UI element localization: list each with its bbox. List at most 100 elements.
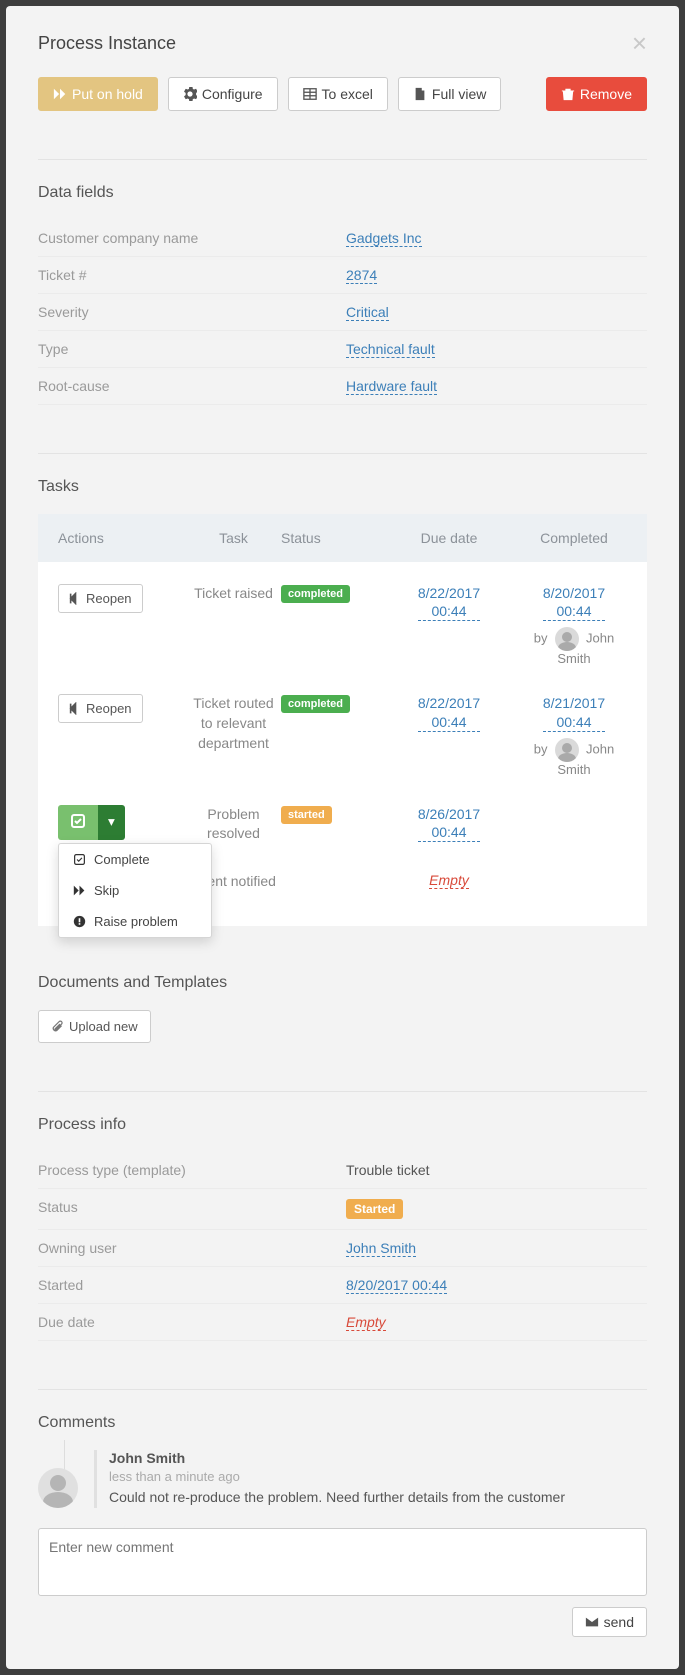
- remove-button[interactable]: Remove: [546, 77, 647, 111]
- empty-value[interactable]: Empty: [346, 1314, 386, 1331]
- completed-date[interactable]: 8/21/201700:44: [543, 694, 605, 731]
- col-actions: Actions: [58, 530, 186, 546]
- data-field-row: SeverityCritical: [38, 294, 647, 331]
- field-value[interactable]: 8/20/2017 00:44: [346, 1277, 447, 1294]
- due-date[interactable]: 8/26/201700:44: [418, 805, 480, 842]
- hold-label: Put on hold: [72, 86, 143, 102]
- to-excel-button[interactable]: To excel: [288, 77, 388, 111]
- task-row: Reopen Ticket routed to relevant departme…: [58, 680, 627, 790]
- status-badge: completed: [281, 585, 350, 603]
- alert-icon: [73, 915, 86, 928]
- dropdown-complete[interactable]: Complete: [59, 844, 211, 875]
- comment-text: Could not re-produce the problem. Need f…: [109, 1489, 647, 1505]
- documents-heading: Documents and Templates: [38, 974, 647, 992]
- due-date[interactable]: 8/22/201700:44: [418, 584, 480, 621]
- send-label: send: [604, 1614, 634, 1630]
- file-icon: [413, 87, 427, 101]
- field-value[interactable]: Technical fault: [346, 341, 435, 358]
- data-field-row: Ticket #2874: [38, 257, 647, 294]
- field-label: Started: [38, 1277, 346, 1293]
- configure-label: Configure: [202, 86, 263, 102]
- due-date[interactable]: 8/22/201700:44: [418, 694, 480, 731]
- task-action-split[interactable]: ▾CompleteSkipRaise problem: [58, 805, 125, 840]
- send-button[interactable]: send: [572, 1607, 647, 1637]
- completed-by: by JohnSmith: [509, 627, 639, 666]
- comment-item: John Smith less than a minute ago Could …: [38, 1450, 647, 1508]
- remove-label: Remove: [580, 86, 632, 102]
- reopen-button[interactable]: Reopen: [58, 694, 143, 723]
- field-label: Root-cause: [38, 378, 346, 394]
- full-view-button[interactable]: Full view: [398, 77, 501, 111]
- page-title: Process Instance: [38, 33, 176, 54]
- field-label: Type: [38, 341, 346, 357]
- skip-icon: [73, 884, 86, 897]
- avatar: [555, 627, 579, 651]
- upload-label: Upload new: [69, 1019, 138, 1034]
- configure-button[interactable]: Configure: [168, 77, 278, 111]
- field-label: Owning user: [38, 1240, 346, 1256]
- complete-button[interactable]: [58, 805, 98, 840]
- completed-date[interactable]: 8/20/201700:44: [543, 584, 605, 621]
- task-name: Ticket routed to relevant department: [186, 694, 281, 753]
- comments-heading: Comments: [38, 1414, 647, 1432]
- field-value[interactable]: John Smith: [346, 1240, 416, 1257]
- gear-icon: [183, 87, 197, 101]
- empty-value[interactable]: Empty: [429, 872, 469, 889]
- data-field-row: TypeTechnical fault: [38, 331, 647, 368]
- field-label: Process type (template): [38, 1162, 346, 1178]
- reopen-button[interactable]: Reopen: [58, 584, 143, 613]
- task-header-row: Actions Task Status Due date Completed: [38, 514, 647, 562]
- field-label: Status: [38, 1199, 346, 1219]
- table-icon: [303, 87, 317, 101]
- col-task: Task: [186, 530, 281, 546]
- close-icon[interactable]: ×: [632, 28, 647, 59]
- data-field-row: Customer company nameGadgets Inc: [38, 220, 647, 257]
- fast-forward-icon: [53, 87, 67, 101]
- field-label: Severity: [38, 304, 346, 320]
- task-row: Reopen Ticket raisedcompleted 8/22/201700:…: [58, 570, 627, 680]
- info-field-row: Owning userJohn Smith: [38, 1230, 647, 1267]
- field-value[interactable]: 2874: [346, 267, 377, 284]
- rewind-icon: [69, 702, 82, 715]
- field-label: Ticket #: [38, 267, 346, 283]
- upload-new-button[interactable]: Upload new: [38, 1010, 151, 1043]
- paperclip-icon: [51, 1020, 64, 1033]
- trash-icon: [561, 87, 575, 101]
- comment-time: less than a minute ago: [109, 1469, 647, 1484]
- status-badge: started: [281, 806, 332, 824]
- dropdown-skip[interactable]: Skip: [59, 875, 211, 906]
- check-icon: [70, 813, 86, 829]
- field-value: Trouble ticket: [346, 1162, 430, 1178]
- avatar: [38, 1468, 78, 1508]
- field-label: Customer company name: [38, 230, 346, 246]
- task-row: ▾CompleteSkipRaise problemProblem resolv…: [58, 791, 627, 858]
- tasks-heading: Tasks: [38, 478, 647, 496]
- info-field-row: Started8/20/2017 00:44: [38, 1267, 647, 1304]
- col-status: Status: [281, 530, 389, 546]
- avatar: [555, 738, 579, 762]
- dropdown-toggle[interactable]: ▾: [98, 805, 125, 840]
- task-dropdown: CompleteSkipRaise problem: [58, 843, 212, 938]
- completed-by: by JohnSmith: [509, 738, 639, 777]
- col-due: Due date: [389, 530, 509, 546]
- excel-label: To excel: [322, 86, 373, 102]
- col-completed: Completed: [509, 530, 639, 546]
- rewind-icon: [69, 592, 82, 605]
- field-value[interactable]: Gadgets Inc: [346, 230, 422, 247]
- field-value[interactable]: Critical: [346, 304, 389, 321]
- data-field-row: Root-causeHardware fault: [38, 368, 647, 405]
- full-label: Full view: [432, 86, 486, 102]
- info-field-row: Due dateEmpty: [38, 1304, 647, 1341]
- field-value[interactable]: Hardware fault: [346, 378, 437, 395]
- status-badge: completed: [281, 695, 350, 713]
- dropdown-raise-problem[interactable]: Raise problem: [59, 906, 211, 937]
- check-icon: [73, 853, 86, 866]
- comment-author: John Smith: [109, 1450, 647, 1466]
- status-badge: Started: [346, 1199, 403, 1219]
- data-fields-heading: Data fields: [38, 184, 647, 202]
- process-info-heading: Process info: [38, 1116, 647, 1134]
- comment-input[interactable]: [38, 1528, 647, 1596]
- put-on-hold-button[interactable]: Put on hold: [38, 77, 158, 111]
- task-name: Ticket raised: [186, 584, 281, 604]
- field-label: Due date: [38, 1314, 346, 1330]
